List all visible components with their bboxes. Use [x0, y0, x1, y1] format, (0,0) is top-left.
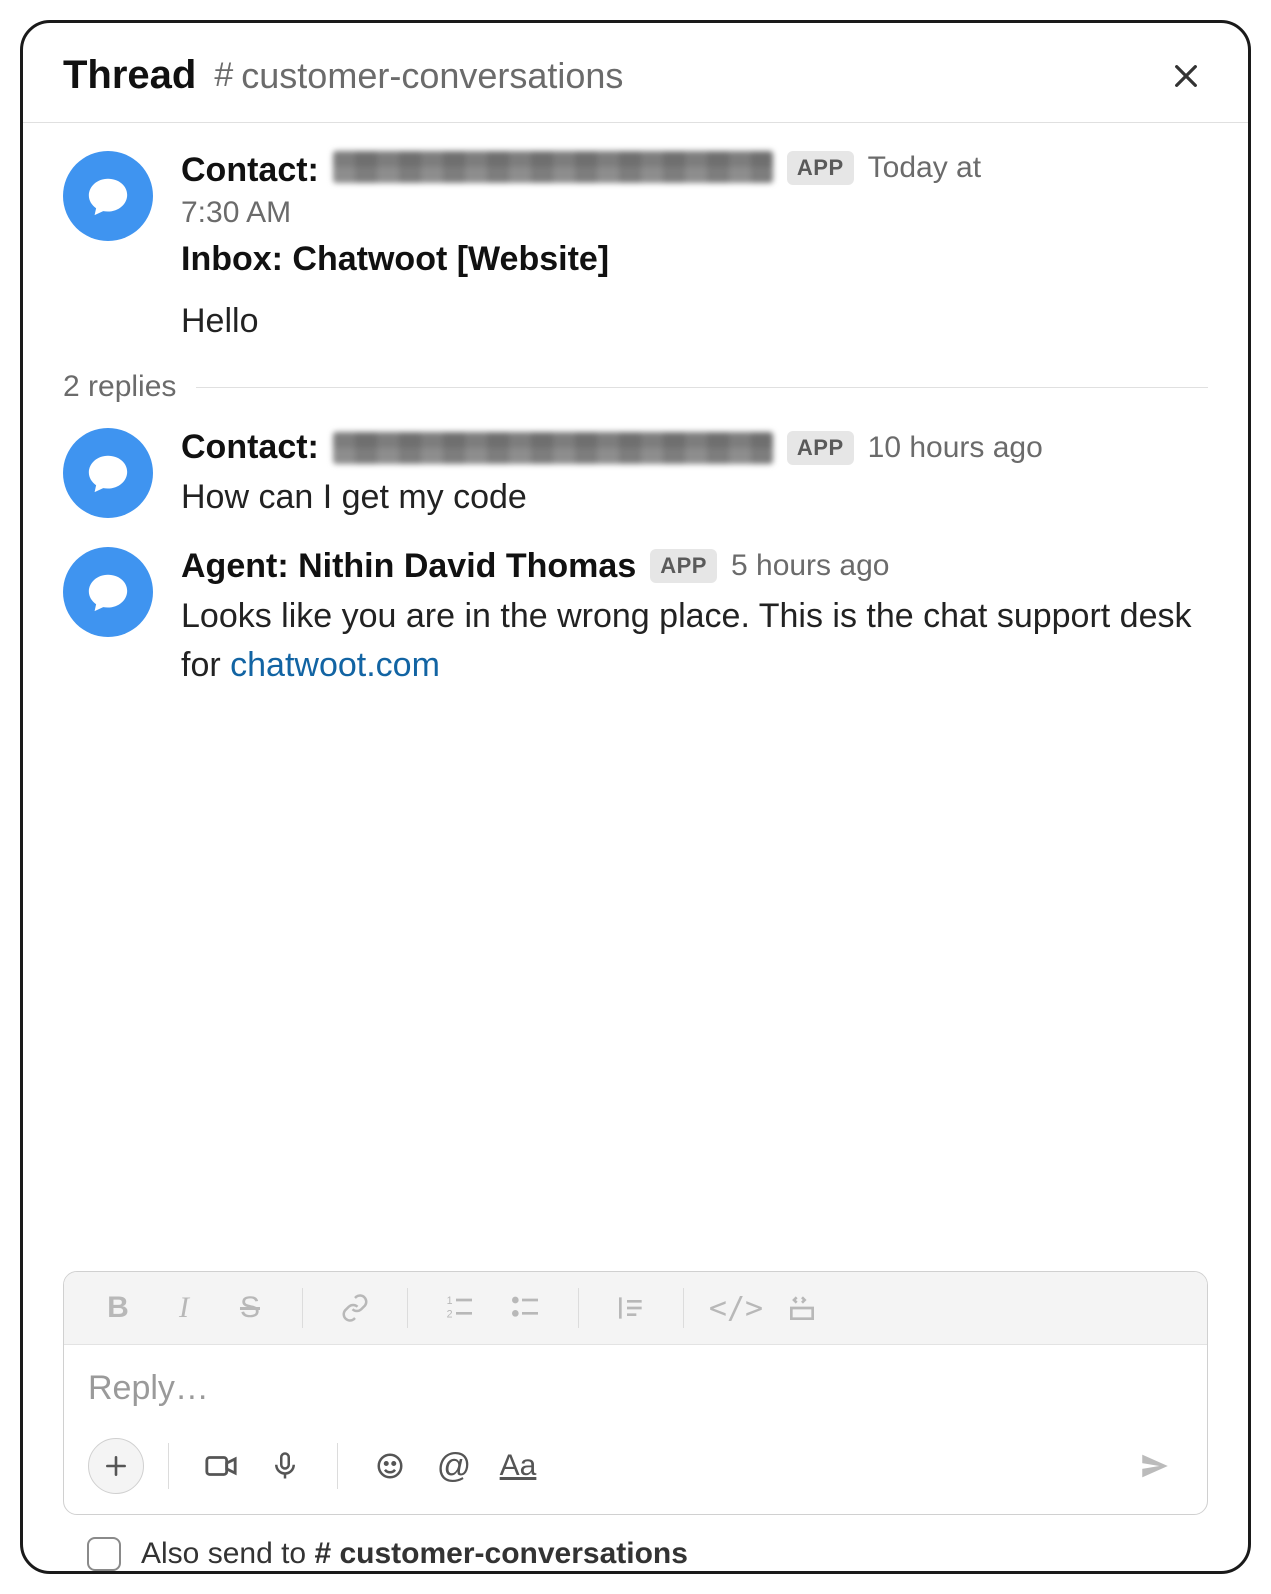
toolbar-separator [168, 1443, 169, 1489]
inbox-line: Inbox: Chatwoot [Website] [181, 240, 1208, 279]
code-block-icon [786, 1292, 818, 1324]
reply-input[interactable]: Reply… [64, 1345, 1207, 1428]
replies-separator: 2 replies [63, 370, 1208, 404]
thread-body: Contact: APP Today at 7:30 AM Inbox: Cha… [23, 123, 1248, 1255]
message-header: Contact: APP Today at [181, 151, 1208, 190]
avatar [63, 547, 153, 637]
message-time-prefix: Today at [868, 151, 981, 185]
toolbar-separator [337, 1443, 338, 1489]
message-content: Agent: Nithin David Thomas APP 5 hours a… [181, 547, 1208, 691]
replies-count: 2 replies [63, 370, 176, 404]
message-header: Agent: Nithin David Thomas APP 5 hours a… [181, 547, 1208, 586]
svg-text:1: 1 [447, 1295, 453, 1307]
attach-button[interactable] [88, 1438, 144, 1494]
send-button[interactable] [1127, 1438, 1183, 1494]
app-badge: APP [787, 431, 854, 465]
bold-button[interactable]: B [88, 1282, 148, 1334]
reply-message: Agent: Nithin David Thomas APP 5 hours a… [63, 547, 1208, 691]
blockquote-icon [615, 1292, 647, 1324]
message-text: Looks like you are in the wrong place. T… [181, 592, 1208, 691]
reply-message: Contact: APP 10 hours ago How can I get … [63, 428, 1208, 522]
avatar [63, 151, 153, 241]
ordered-list-button[interactable]: 12 [430, 1282, 490, 1334]
separator-line [196, 387, 1208, 388]
message-text: How can I get my code [181, 473, 1208, 522]
thread-panel: Thread # customer-conversations Contact:… [20, 20, 1251, 1574]
message-author-label: Contact: [181, 151, 319, 190]
app-badge: APP [650, 549, 717, 583]
toolbar-separator [302, 1288, 303, 1328]
ordered-list-icon: 12 [444, 1292, 476, 1324]
message-content: Contact: APP Today at 7:30 AM Inbox: Cha… [181, 151, 1208, 346]
toolbar-separator [578, 1288, 579, 1328]
microphone-icon [270, 1451, 300, 1481]
code-button[interactable]: </> [706, 1282, 766, 1334]
video-icon [204, 1449, 238, 1483]
message-content: Contact: APP 10 hours ago How can I get … [181, 428, 1208, 522]
svg-text:2: 2 [447, 1308, 453, 1320]
chat-bubble-icon [85, 450, 131, 496]
emoji-button[interactable] [362, 1438, 418, 1494]
message-text: Hello [181, 297, 1208, 346]
close-button[interactable] [1164, 54, 1208, 98]
channel-name: customer-conversations [241, 55, 623, 97]
italic-button[interactable]: I [154, 1282, 214, 1334]
message-time: 7:30 AM [181, 196, 1208, 230]
redacted-name [333, 432, 773, 464]
message-time: 10 hours ago [868, 431, 1043, 465]
also-send-checkbox[interactable] [87, 1537, 121, 1571]
toolbar-separator [683, 1288, 684, 1328]
message-author-label: Contact: [181, 428, 319, 467]
strikethrough-button[interactable]: S [220, 1282, 280, 1334]
emoji-icon [375, 1451, 405, 1481]
link-icon [340, 1293, 370, 1323]
hash-icon: # [214, 56, 233, 95]
also-send-label: Also send to # customer-conversations [141, 1537, 688, 1571]
bullet-list-icon [510, 1292, 542, 1324]
blockquote-button[interactable] [601, 1282, 661, 1334]
audio-button[interactable] [257, 1438, 313, 1494]
video-button[interactable] [193, 1438, 249, 1494]
reply-composer: B I S 12 </> Reply… [63, 1271, 1208, 1515]
app-badge: APP [787, 151, 854, 185]
redacted-name [333, 151, 773, 183]
thread-title: Thread [63, 53, 196, 98]
format-toggle-button[interactable]: Aa [490, 1438, 546, 1494]
code-block-button[interactable] [772, 1282, 832, 1334]
format-toolbar: B I S 12 </> [64, 1272, 1207, 1345]
hash-icon: # [314, 1537, 331, 1570]
thread-header: Thread # customer-conversations [23, 23, 1248, 123]
message-link[interactable]: chatwoot.com [230, 646, 440, 684]
chat-bubble-icon [85, 173, 131, 219]
also-send-row: Also send to # customer-conversations [23, 1515, 1248, 1571]
mention-button[interactable]: @ [426, 1438, 482, 1494]
composer-actions: @ Aa [64, 1428, 1207, 1514]
plus-icon [103, 1453, 129, 1479]
close-icon [1170, 60, 1202, 92]
thread-channel[interactable]: # customer-conversations [214, 55, 623, 97]
send-icon [1138, 1449, 1172, 1483]
message-author-label: Agent: Nithin David Thomas [181, 547, 636, 586]
bullet-list-button[interactable] [496, 1282, 556, 1334]
message-time: 5 hours ago [731, 549, 889, 583]
message-header: Contact: APP 10 hours ago [181, 428, 1208, 467]
root-message: Contact: APP Today at 7:30 AM Inbox: Cha… [63, 151, 1208, 346]
toolbar-separator [407, 1288, 408, 1328]
link-button[interactable] [325, 1282, 385, 1334]
chat-bubble-icon [85, 569, 131, 615]
avatar [63, 428, 153, 518]
